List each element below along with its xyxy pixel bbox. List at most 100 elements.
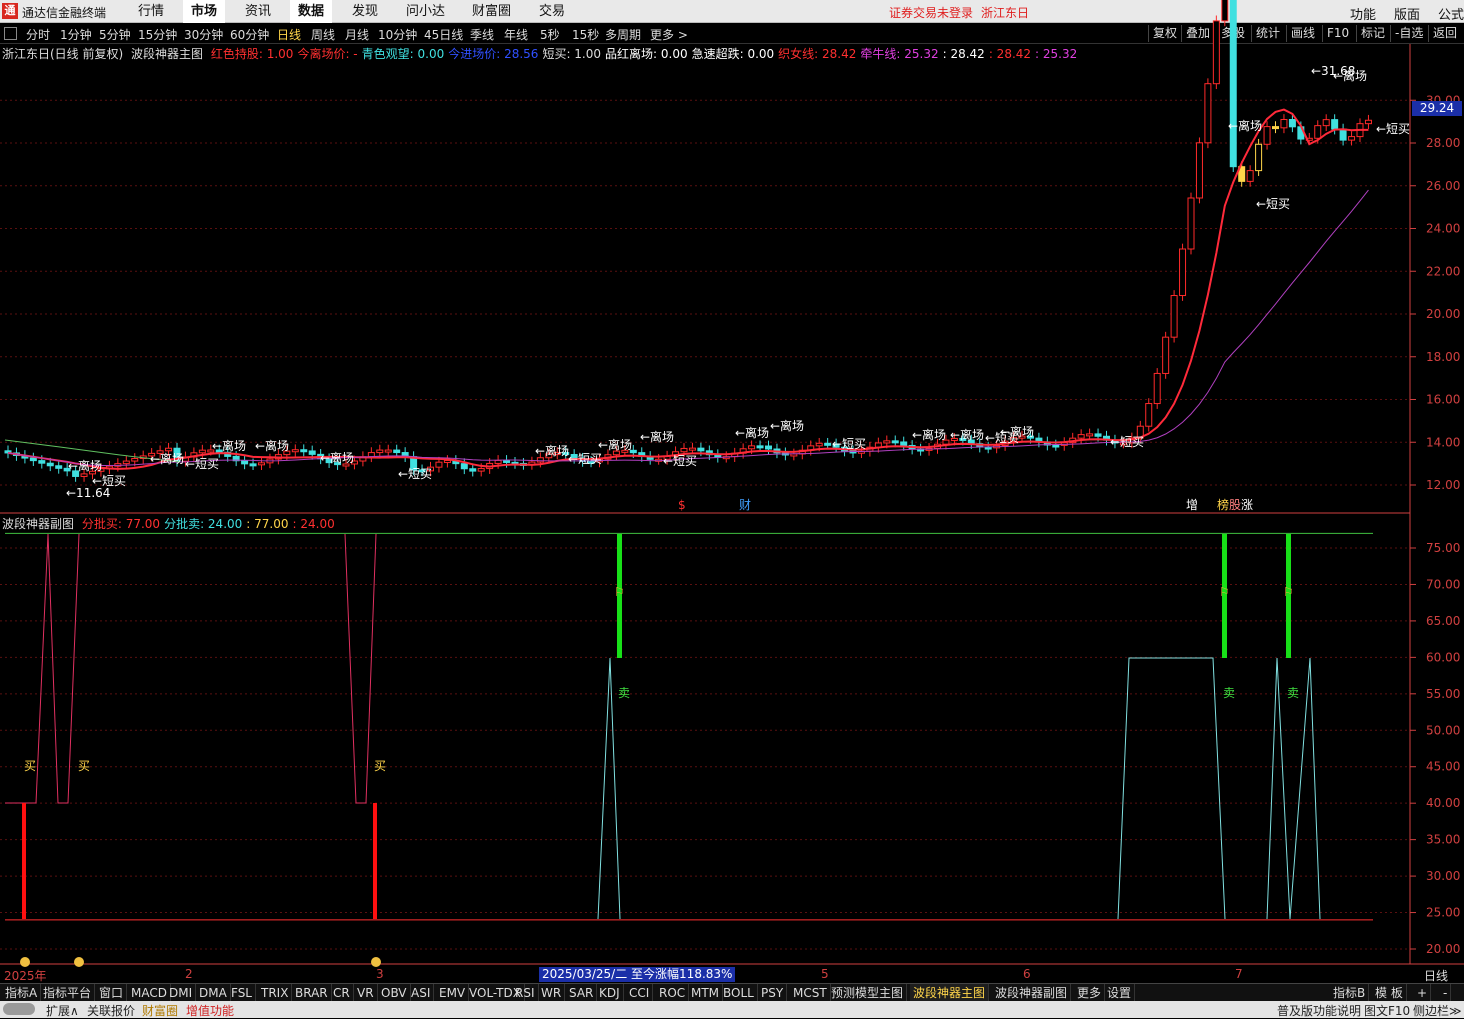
candle-body: [1170, 295, 1178, 338]
candle-body: [29, 457, 37, 462]
tab-4[interactable]: DMI: [166, 984, 197, 1002]
signal-label-6: ←离场: [320, 450, 354, 465]
sub-axis-label-10: 25.00: [1426, 906, 1460, 920]
tab-right-2[interactable]: +: [1414, 984, 1432, 1002]
wealth-circle-button[interactable]: 财富圈: [142, 1002, 178, 1019]
signal-label-11: ←离场: [640, 429, 674, 444]
time-label-jul: 7: [1235, 967, 1243, 981]
candle-body: [384, 449, 392, 453]
status-bar: 扩展∧ 关联报价 财富圈 增值功能 普及版功能说明 图文F10 侧边栏≫: [0, 1001, 1464, 1018]
tab-7[interactable]: TRIX: [258, 984, 293, 1002]
signal-label-14: ←离场: [770, 418, 804, 433]
signal-label-24: ←短买: [1376, 122, 1410, 136]
candle-body: [680, 447, 688, 453]
tab-1[interactable]: 指标平台: [40, 984, 96, 1002]
tab-19[interactable]: CCI: [626, 984, 654, 1002]
candle-body: [1263, 126, 1271, 145]
sub-axis-label-9: 30.00: [1426, 869, 1460, 883]
candle-body: [258, 462, 265, 466]
sub-param-0: 分批买: 77.00: [81, 517, 161, 531]
weaver-line: [7, 108, 1369, 470]
candle-body: [80, 473, 88, 477]
time-label-year: 2025年: [4, 969, 47, 983]
tab-20[interactable]: ROC: [656, 984, 690, 1002]
tab-8[interactable]: BRAR: [292, 984, 332, 1002]
buy-label-0: 买: [24, 759, 36, 773]
tab-12[interactable]: ASI: [408, 984, 435, 1002]
sell-curve-2: [1117, 657, 1226, 920]
expand-button[interactable]: 扩展∧: [46, 1002, 79, 1019]
signal-label-15: ←短买: [832, 437, 866, 451]
candle-body: [300, 449, 308, 453]
candle-body: [460, 463, 468, 470]
price-axis-label-9: 12.00: [1426, 478, 1460, 492]
price-axis-label-1: 28.00: [1426, 136, 1460, 150]
candle-body: [494, 459, 502, 464]
tab-28[interactable]: 更多: [1074, 984, 1106, 1002]
low-price-label: ←11.64: [66, 486, 110, 500]
tab-11[interactable]: OBV: [378, 984, 411, 1002]
tab-right-0[interactable]: 指标B: [1330, 984, 1370, 1002]
tab-9[interactable]: CR: [330, 984, 354, 1002]
sub-axis-label-0: 75.00: [1426, 541, 1460, 555]
tab-26[interactable]: 波段神器主图: [910, 984, 990, 1002]
candle-body: [1280, 119, 1288, 129]
event-marker-4: 股: [1229, 498, 1241, 512]
tab-13[interactable]: EMV: [436, 984, 470, 1002]
tab-right-1[interactable]: 模 板: [1372, 984, 1407, 1002]
time-label-jun: 6: [1023, 967, 1031, 981]
toggle-switch[interactable]: [3, 1003, 35, 1015]
candle-body: [697, 447, 705, 452]
sub-indicator-name[interactable]: 波段神器副图: [2, 517, 74, 531]
tab-16[interactable]: WR: [538, 984, 566, 1002]
value-added-button[interactable]: 增值功能: [186, 1002, 234, 1019]
tab-2[interactable]: 窗口: [96, 984, 128, 1002]
candle-body: [1153, 372, 1161, 405]
price-chart[interactable]: 30.00 28.00 26.00 24.00 22.00 20.00 18.00 16.00…: [0, 0, 1464, 1018]
tab-29[interactable]: 设置: [1104, 984, 1136, 1002]
buy-curve-1: [5, 533, 80, 804]
tab-22[interactable]: BOLL: [720, 984, 758, 1002]
tab-right-3[interactable]: -: [1440, 984, 1452, 1002]
period-indicator: 日线: [1424, 969, 1449, 983]
event-marker-5: 涨: [1241, 497, 1253, 512]
sub-axis-label-7: 40.00: [1426, 796, 1460, 810]
tab-23[interactable]: PSY: [758, 984, 788, 1002]
tab-3[interactable]: MACD: [128, 984, 171, 1002]
edition-info-link[interactable]: 普及版功能说明: [1277, 1002, 1361, 1019]
candle-body: [1348, 136, 1356, 141]
buy-bar-2: [373, 803, 377, 919]
sub-axis-label-8: 35.00: [1426, 833, 1460, 847]
tab-0[interactable]: 指标A: [2, 984, 42, 1002]
buy-bar-1: [22, 803, 26, 919]
f10-link[interactable]: 图文F10: [1364, 1002, 1410, 1019]
candle-body: [1162, 336, 1170, 374]
tab-25[interactable]: 预测模型主图: [828, 984, 908, 1002]
tab-5[interactable]: DMA: [196, 984, 231, 1002]
candle-body: [1094, 433, 1102, 437]
tab-24[interactable]: MCST: [790, 984, 831, 1002]
candle-body: [1077, 434, 1085, 439]
tab-15[interactable]: RSI: [512, 984, 539, 1002]
signal-label-7: ←短买: [398, 467, 432, 481]
buy-curve-2: [344, 533, 377, 804]
sidebar-toggle[interactable]: 侧边栏≫: [1413, 1002, 1462, 1019]
tab-6[interactable]: FSL: [228, 984, 256, 1002]
candle-body: [376, 449, 384, 454]
signal-label-19: ←离场: [1000, 424, 1034, 439]
related-quote-button[interactable]: 关联报价: [87, 1002, 135, 1019]
money-bag-icon-0: [20, 957, 30, 967]
money-bag-icon-1: [74, 957, 84, 967]
signal-label-0: ←离场: [68, 458, 102, 473]
tab-21[interactable]: MTM: [688, 984, 724, 1002]
event-marker-1: 财: [739, 498, 751, 512]
tab-27[interactable]: 波段神器副图: [992, 984, 1072, 1002]
tab-17[interactable]: SAR: [566, 984, 598, 1002]
signal-label-9: ←短买: [568, 452, 602, 466]
tab-10[interactable]: VR: [354, 984, 378, 1002]
sub-axis-label-11: 20.00: [1426, 942, 1460, 956]
tab-18[interactable]: KDJ: [596, 984, 624, 1002]
sub-chart-info: 波段神器副图 分批买: 77.00 分批卖: 24.00: 77.00: 24.0…: [2, 515, 343, 532]
money-bag-icon-2: [371, 957, 381, 967]
candle-body: [748, 445, 756, 450]
